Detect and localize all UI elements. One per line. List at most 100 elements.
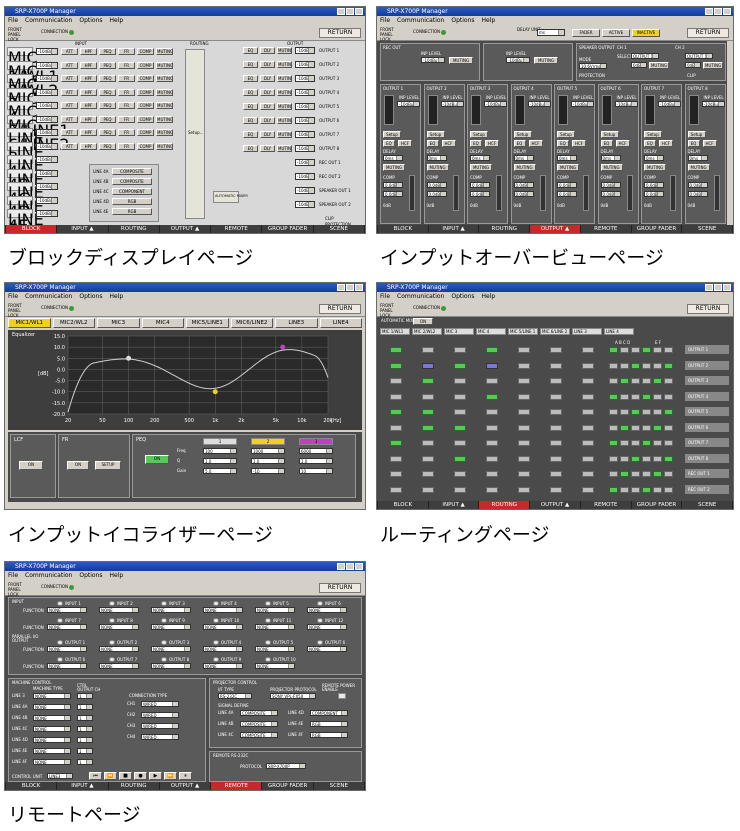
- rec2-level-select[interactable]: -10dBu: [506, 57, 530, 63]
- strip-setup-button[interactable]: Setup: [470, 131, 488, 138]
- block-input-name[interactable]: MIC 6/LINE2: [7, 114, 69, 154]
- strip-delay-select[interactable]: 0ms: [644, 155, 664, 161]
- block-chain-button[interactable]: FR: [118, 115, 135, 123]
- routing-bus-crosspoint[interactable]: [620, 486, 629, 493]
- connection-type-select[interactable]: WIRED: [141, 734, 179, 740]
- block-chain-button[interactable]: COMP: [137, 129, 154, 136]
- routing-crosspoint[interactable]: [454, 440, 466, 446]
- fader-button[interactable]: FADER: [572, 29, 600, 37]
- strip-hcf-button[interactable]: HCF: [572, 140, 586, 147]
- routing-crosspoint[interactable]: [486, 440, 498, 446]
- strip-eq-button[interactable]: EQ: [600, 140, 613, 147]
- menu-help[interactable]: Help: [110, 292, 124, 301]
- block-output-chain-button[interactable]: EQ: [243, 47, 258, 54]
- tab-output[interactable]: OUTPUT ▲: [530, 225, 580, 233]
- routing-bus-crosspoint[interactable]: [631, 378, 640, 384]
- routing-bus-crosspoint[interactable]: [653, 378, 662, 384]
- routing-crosspoint[interactable]: [582, 486, 594, 493]
- pio-function-select[interactable]: NONE: [255, 646, 295, 652]
- block-output-level[interactable]: -10dBu: [295, 75, 315, 82]
- routing-crosspoint[interactable]: [550, 347, 562, 353]
- block-output-chain-button[interactable]: DLY: [260, 117, 275, 124]
- eq-channel-tab[interactable]: MIC1/WL1: [8, 318, 51, 328]
- routing-bus-crosspoint[interactable]: [653, 455, 662, 462]
- block-chain-button[interactable]: COMP: [137, 142, 154, 150]
- routing-crosspoint[interactable]: [518, 393, 530, 400]
- eq-channel-tab[interactable]: MIC5/LINE1: [186, 318, 229, 328]
- strip-fader-slider[interactable]: [452, 175, 459, 211]
- routing-matrix[interactable]: Setup...: [185, 49, 205, 219]
- block-output-chain-button[interactable]: MUTING: [277, 117, 292, 124]
- line4-signal-button[interactable]: COMPOSITE: [112, 168, 152, 175]
- tab-group-fader[interactable]: GROUP FADER: [631, 501, 682, 509]
- pio-function-select[interactable]: NONE: [151, 624, 191, 630]
- line4-signal-button[interactable]: COMPOSITE: [112, 178, 152, 185]
- fr-setup-button[interactable]: SETUP: [95, 461, 121, 470]
- strip-comp-value[interactable]: 0.0dB: [687, 182, 708, 188]
- routing-crosspoint[interactable]: [486, 455, 498, 462]
- routing-bus-crosspoint[interactable]: [642, 455, 651, 462]
- strip-muting-button[interactable]: MUTING: [383, 164, 405, 171]
- pio-function-select[interactable]: NONE: [99, 646, 139, 652]
- routing-crosspoint[interactable]: [550, 378, 562, 384]
- menu-communication[interactable]: Communication: [25, 16, 72, 25]
- peq-freq-input[interactable]: 100: [203, 448, 237, 454]
- block-chain-button[interactable]: PEQ: [99, 88, 116, 96]
- close-icon[interactable]: [723, 284, 731, 291]
- signal-define-select[interactable]: COMPOSITE: [240, 721, 278, 727]
- routing-crosspoint[interactable]: [390, 347, 402, 353]
- menu-help[interactable]: Help: [110, 16, 124, 25]
- routing-crosspoint[interactable]: [550, 440, 562, 446]
- block-input-level[interactable]: -10dBu: [36, 88, 58, 96]
- block-chain-button[interactable]: FR: [118, 129, 135, 136]
- routing-crosspoint[interactable]: [550, 362, 562, 369]
- routing-bus-crosspoint[interactable]: [609, 393, 618, 400]
- automatic-mixer-on-button[interactable]: ON: [413, 318, 433, 325]
- routing-bus-crosspoint[interactable]: [642, 409, 651, 415]
- block-chain-button[interactable]: PEQ: [99, 129, 116, 136]
- routing-crosspoint[interactable]: [582, 393, 594, 400]
- strip-muting-button[interactable]: MUTING: [470, 164, 492, 171]
- block-input-level[interactable]: -10dBu: [36, 210, 58, 217]
- return-button[interactable]: RETURN: [687, 28, 729, 38]
- menu-options[interactable]: Options: [79, 571, 102, 580]
- strip-comp-value[interactable]: 0.0dB: [644, 182, 664, 188]
- block-chain-button[interactable]: ATT: [61, 75, 78, 82]
- tab-output[interactable]: OUTPUT ▲: [159, 782, 211, 790]
- block-input-level[interactable]: -10dBu: [36, 102, 58, 109]
- routing-crosspoint[interactable]: [454, 393, 466, 400]
- block-output-level[interactable]: -10dBu: [295, 145, 315, 152]
- routing-crosspoint[interactable]: [454, 424, 466, 431]
- strip-comp-value[interactable]: 0.0dB: [426, 182, 447, 188]
- block-input-name[interactable]: MIC 5/LINE1: [7, 101, 69, 140]
- mc-ctrl-output-select[interactable]: 1: [77, 726, 93, 732]
- signal-define-select[interactable]: RGB: [310, 732, 348, 738]
- routing-crosspoint[interactable]: [550, 486, 562, 493]
- block-input-level[interactable]: -10dBu: [36, 48, 58, 55]
- eq-channel-tab[interactable]: MIC2/WL2: [52, 318, 95, 328]
- eq-channel-tab[interactable]: MIC4: [141, 318, 184, 328]
- block-chain-button[interactable]: FR: [118, 142, 135, 150]
- strip-muting-button[interactable]: MUTING: [426, 164, 449, 171]
- tab-scene[interactable]: SCENE: [682, 501, 733, 509]
- routing-bus-crosspoint[interactable]: [642, 347, 651, 353]
- strip-eq-button[interactable]: EQ: [513, 140, 526, 147]
- eq-channel-tab[interactable]: MIC6/LINE2: [230, 318, 273, 328]
- ch1-att-select[interactable]: 0dB: [631, 62, 647, 68]
- routing-bus-crosspoint[interactable]: [609, 471, 618, 477]
- strip-delay-select[interactable]: 0ms: [426, 155, 447, 161]
- pio-function-select[interactable]: NONE: [47, 646, 87, 652]
- tab-output[interactable]: OUTPUT ▲: [159, 225, 211, 233]
- routing-crosspoint[interactable]: [518, 409, 530, 415]
- routing-bus-crosspoint[interactable]: [609, 486, 618, 493]
- routing-bus-crosspoint[interactable]: [664, 378, 673, 384]
- strip-setup-button[interactable]: Setup: [557, 131, 575, 138]
- routing-crosspoint[interactable]: [422, 347, 434, 353]
- block-output-level[interactable]: -10dBu: [295, 47, 315, 54]
- block-chain-button[interactable]: PEQ: [99, 102, 116, 109]
- signal-define-select[interactable]: RGB: [310, 721, 348, 727]
- routing-bus-crosspoint[interactable]: [653, 409, 662, 415]
- tab-block[interactable]: BLOCK: [6, 225, 57, 233]
- block-output-chain-button[interactable]: EQ: [243, 61, 258, 68]
- routing-bus-crosspoint[interactable]: [620, 393, 629, 400]
